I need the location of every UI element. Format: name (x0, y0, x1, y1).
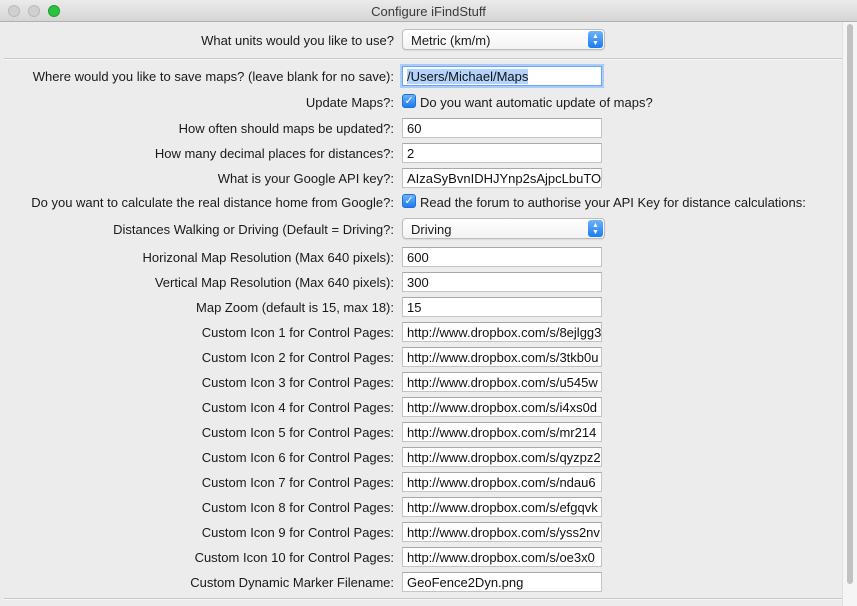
custom-icon-row: Custom Icon 1 for Control Pages: http://… (0, 322, 840, 342)
custom-icon-input[interactable]: http://www.dropbox.com/s/ndau6 (402, 472, 602, 492)
travel-mode-select[interactable]: Driving ▲ ▼ (402, 218, 605, 239)
horizontal-resolution-label: Horizonal Map Resolution (Max 640 pixels… (142, 250, 394, 265)
chevron-down-icon: ▼ (592, 40, 599, 47)
title-bar: Configure iFindStuff (0, 0, 857, 22)
update-frequency-label: How often should maps be updated?: (178, 121, 394, 136)
custom-icon-row: Custom Icon 4 for Control Pages: http://… (0, 397, 840, 417)
custom-icon-row: Custom Icon 6 for Control Pages: http://… (0, 447, 840, 467)
travel-mode-select-value: Driving (411, 222, 452, 237)
custom-icon-input[interactable]: http://www.dropbox.com/s/qyzpz2 (402, 447, 602, 467)
travel-mode-row: Distances Walking or Driving (Default = … (0, 218, 840, 239)
custom-icon-label: Custom Icon 1 for Control Pages: (201, 325, 394, 340)
custom-icon-input[interactable]: http://www.dropbox.com/s/3tkb0u (402, 347, 602, 367)
api-key-row: What is your Google API key?: AIzaSyBvnI… (0, 168, 840, 188)
update-frequency-input[interactable]: 60 (402, 118, 602, 138)
horizontal-resolution-input[interactable]: 600 (402, 247, 602, 267)
save-maps-value: /Users/Michael/Maps (407, 69, 529, 84)
custom-icon-label: Custom Icon 9 for Control Pages: (201, 525, 394, 540)
update-maps-label: Update Maps?: (305, 95, 394, 110)
save-maps-row: Where would you like to save maps? (leav… (0, 66, 840, 86)
travel-mode-label: Distances Walking or Driving (Default = … (113, 222, 394, 237)
divider-top (4, 58, 843, 60)
update-frequency-row: How often should maps be updated?: 60 (0, 118, 840, 138)
divider-bottom (4, 598, 843, 600)
custom-icon-label: Custom Icon 7 for Control Pages: (201, 475, 394, 490)
vertical-resolution-row: Vertical Map Resolution (Max 640 pixels)… (0, 272, 840, 292)
real-distance-label: Do you want to calculate the real distan… (31, 195, 394, 210)
select-stepper-icon: ▲ ▼ (588, 220, 603, 237)
custom-icon-input[interactable]: http://www.dropbox.com/s/8ejlgg3 (402, 322, 602, 342)
update-maps-check-label: Do you want automatic update of maps? (420, 95, 653, 110)
units-label: What units would you like to use? (201, 33, 394, 48)
update-maps-row: Update Maps?: ✓ Do you want automatic up… (0, 92, 840, 112)
chevron-up-icon: ▲ (592, 222, 599, 229)
save-maps-label: Where would you like to save maps? (leav… (32, 69, 394, 84)
custom-icon-label: Custom Icon 3 for Control Pages: (201, 375, 394, 390)
window-title: Configure iFindStuff (371, 4, 486, 19)
custom-icon-row: Custom Icon 3 for Control Pages: http://… (0, 372, 840, 392)
custom-icon-row: Custom Icon 2 for Control Pages: http://… (0, 347, 840, 367)
decimal-places-input[interactable]: 2 (402, 143, 602, 163)
units-select-value: Metric (km/m) (411, 33, 491, 48)
custom-icon-row: Custom Icon 8 for Control Pages: http://… (0, 497, 840, 517)
save-maps-input[interactable]: /Users/Michael/Maps (402, 66, 602, 86)
units-select[interactable]: Metric (km/m) ▲ ▼ (402, 29, 605, 50)
decimal-places-row: How many decimal places for distances?: … (0, 143, 840, 163)
decimal-places-label: How many decimal places for distances?: (154, 146, 394, 161)
custom-icon-label: Custom Icon 6 for Control Pages: (201, 450, 394, 465)
dynamic-marker-row: Custom Dynamic Marker Filename: GeoFence… (0, 572, 840, 592)
real-distance-check-label: Read the forum to authorise your API Key… (420, 195, 806, 210)
custom-icon-label: Custom Icon 2 for Control Pages: (201, 350, 394, 365)
real-distance-checkbox[interactable]: ✓ (402, 194, 416, 208)
map-zoom-row: Map Zoom (default is 15, max 18): 15 (0, 297, 840, 317)
units-row: What units would you like to use? Metric… (0, 29, 840, 50)
custom-icon-label: Custom Icon 4 for Control Pages: (201, 400, 394, 415)
custom-icon-label: Custom Icon 10 for Control Pages: (194, 550, 394, 565)
config-form: What units would you like to use? Metric… (0, 22, 857, 606)
update-maps-checkbox[interactable]: ✓ (402, 94, 416, 108)
vertical-scrollbar[interactable] (842, 22, 857, 606)
custom-icon-input[interactable]: http://www.dropbox.com/s/u545w (402, 372, 602, 392)
custom-icon-input[interactable]: http://www.dropbox.com/s/oe3x0 (402, 547, 602, 567)
custom-icon-input[interactable]: http://www.dropbox.com/s/mr214 (402, 422, 602, 442)
real-distance-row: Do you want to calculate the real distan… (0, 192, 840, 212)
config-window: Configure iFindStuff What units would yo… (0, 0, 857, 606)
vertical-resolution-input[interactable]: 300 (402, 272, 602, 292)
horizontal-resolution-row: Horizonal Map Resolution (Max 640 pixels… (0, 247, 840, 267)
custom-icon-row: Custom Icon 7 for Control Pages: http://… (0, 472, 840, 492)
custom-icon-row: Custom Icon 5 for Control Pages: http://… (0, 422, 840, 442)
chevron-down-icon: ▼ (592, 229, 599, 236)
custom-icon-row: Custom Icon 10 for Control Pages: http:/… (0, 547, 840, 567)
map-zoom-input[interactable]: 15 (402, 297, 602, 317)
custom-icon-label: Custom Icon 5 for Control Pages: (201, 425, 394, 440)
select-stepper-icon: ▲ ▼ (588, 31, 603, 48)
api-key-label: What is your Google API key?: (217, 171, 394, 186)
custom-icon-row: Custom Icon 9 for Control Pages: http://… (0, 522, 840, 542)
custom-icon-label: Custom Icon 8 for Control Pages: (201, 500, 394, 515)
map-zoom-label: Map Zoom (default is 15, max 18): (196, 300, 394, 315)
chevron-up-icon: ▲ (592, 33, 599, 40)
dynamic-marker-input[interactable]: GeoFence2Dyn.png (402, 572, 602, 592)
dynamic-marker-label: Custom Dynamic Marker Filename: (190, 575, 394, 590)
custom-icon-input[interactable]: http://www.dropbox.com/s/i4xs0d (402, 397, 602, 417)
scroll-thumb[interactable] (847, 24, 853, 584)
custom-icon-input[interactable]: http://www.dropbox.com/s/efgqvk (402, 497, 602, 517)
vertical-resolution-label: Vertical Map Resolution (Max 640 pixels)… (154, 275, 394, 290)
custom-icon-input[interactable]: http://www.dropbox.com/s/yss2nv (402, 522, 602, 542)
api-key-input[interactable]: AIzaSyBvnIDHJYnp2sAjpcLbuTOE (402, 168, 602, 188)
